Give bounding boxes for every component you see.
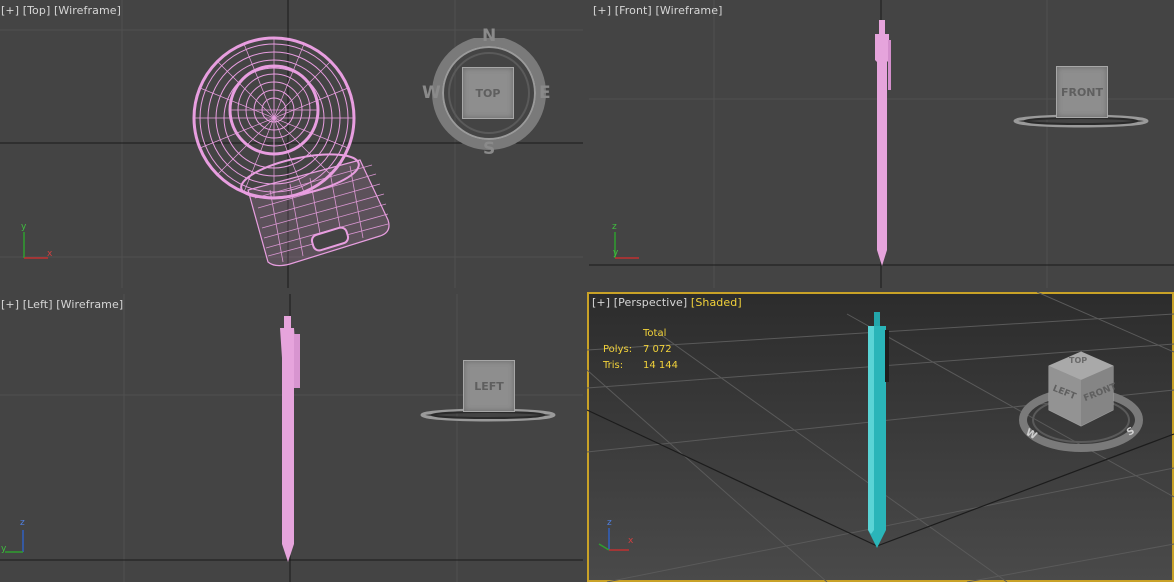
pen-front bbox=[875, 20, 891, 266]
axis-z-label: z bbox=[607, 518, 612, 528]
stats-tris-label: Tris: bbox=[603, 360, 624, 371]
viewport-front[interactable]: z y [+] [Front] [Wireframe] FRONT bbox=[589, 0, 1174, 288]
compass-west[interactable]: W bbox=[422, 83, 441, 103]
scene-statistics: Total Polys: 7 072 Tris: 14 144 bbox=[603, 326, 678, 374]
axis-z-label: z bbox=[612, 222, 617, 232]
pen-left bbox=[280, 316, 300, 562]
axis-tripod-front bbox=[614, 232, 639, 259]
viewport-left[interactable]: z y [+] [Left] [Wireframe] LEFT bbox=[0, 294, 583, 582]
axis-y-label: y bbox=[1, 544, 7, 554]
viewport-perspective[interactable]: z x [+] [Perspective] [Shaded] Total Pol… bbox=[587, 292, 1174, 582]
viewcube-top[interactable]: TOP N S E W bbox=[422, 26, 551, 159]
viewport-view-menu[interactable]: [Perspective] bbox=[614, 296, 688, 309]
axis-x-label: x bbox=[628, 536, 634, 546]
viewport-label-left: [+] [Left] [Wireframe] bbox=[1, 298, 123, 311]
viewcube-perspective[interactable]: W S TOP LEFT FRONT bbox=[1019, 346, 1143, 456]
viewport-plus-menu[interactable]: [+] bbox=[1, 4, 19, 17]
viewport-plus-menu[interactable]: [+] bbox=[592, 296, 610, 309]
viewport-label-perspective: [+] [Perspective] [Shaded] bbox=[592, 296, 742, 309]
viewport-label-front: [+] [Front] [Wireframe] bbox=[593, 4, 722, 17]
viewport-view-menu[interactable]: [Top] bbox=[23, 4, 51, 17]
viewport-label-top: [+] [Top] [Wireframe] bbox=[1, 4, 121, 17]
viewport-top[interactable]: y x [+] [Top] [Wireframe] TOP N S E W bbox=[0, 0, 583, 288]
pen-shaded bbox=[868, 312, 889, 548]
axis-x-label: x bbox=[47, 249, 53, 259]
axis-tripod-left bbox=[5, 530, 24, 553]
stats-tris-value: 14 144 bbox=[643, 360, 678, 371]
axis-tripod-top bbox=[23, 232, 48, 259]
axis-z-label: z bbox=[20, 518, 25, 528]
axis-y-label: y bbox=[21, 222, 27, 232]
viewcube-face-top[interactable]: TOP bbox=[462, 67, 514, 119]
compass-south[interactable]: S bbox=[483, 139, 495, 159]
stats-header: Total bbox=[643, 328, 667, 339]
compass-east[interactable]: E bbox=[539, 83, 551, 103]
viewport-shading-menu[interactable]: [Shaded] bbox=[691, 296, 742, 309]
viewcube-face-front[interactable]: FRONT bbox=[1056, 66, 1108, 118]
viewport-view-menu[interactable]: [Left] bbox=[23, 298, 53, 311]
viewcube-face-left[interactable]: LEFT bbox=[463, 360, 515, 412]
viewport-shading-menu[interactable]: [Wireframe] bbox=[655, 4, 722, 17]
axis-tripod-perspective bbox=[598, 528, 629, 551]
viewcube-front[interactable]: FRONT bbox=[1009, 66, 1149, 130]
stats-polys-value: 7 072 bbox=[643, 344, 672, 355]
viewport-plus-menu[interactable]: [+] bbox=[593, 4, 611, 17]
viewcube-face-top[interactable]: TOP bbox=[1069, 356, 1087, 365]
compass-north[interactable]: N bbox=[482, 26, 496, 46]
viewport-shading-menu[interactable]: [Wireframe] bbox=[54, 4, 121, 17]
viewport-view-menu[interactable]: [Front] bbox=[615, 4, 652, 17]
axis-y-label: y bbox=[613, 248, 619, 258]
viewport-shading-menu[interactable]: [Wireframe] bbox=[56, 298, 123, 311]
viewcube-left[interactable]: LEFT bbox=[418, 360, 558, 424]
left-grid bbox=[0, 294, 583, 582]
front-grid bbox=[589, 0, 1174, 288]
stats-polys-label: Polys: bbox=[603, 344, 633, 355]
viewport-plus-menu[interactable]: [+] bbox=[1, 298, 19, 311]
